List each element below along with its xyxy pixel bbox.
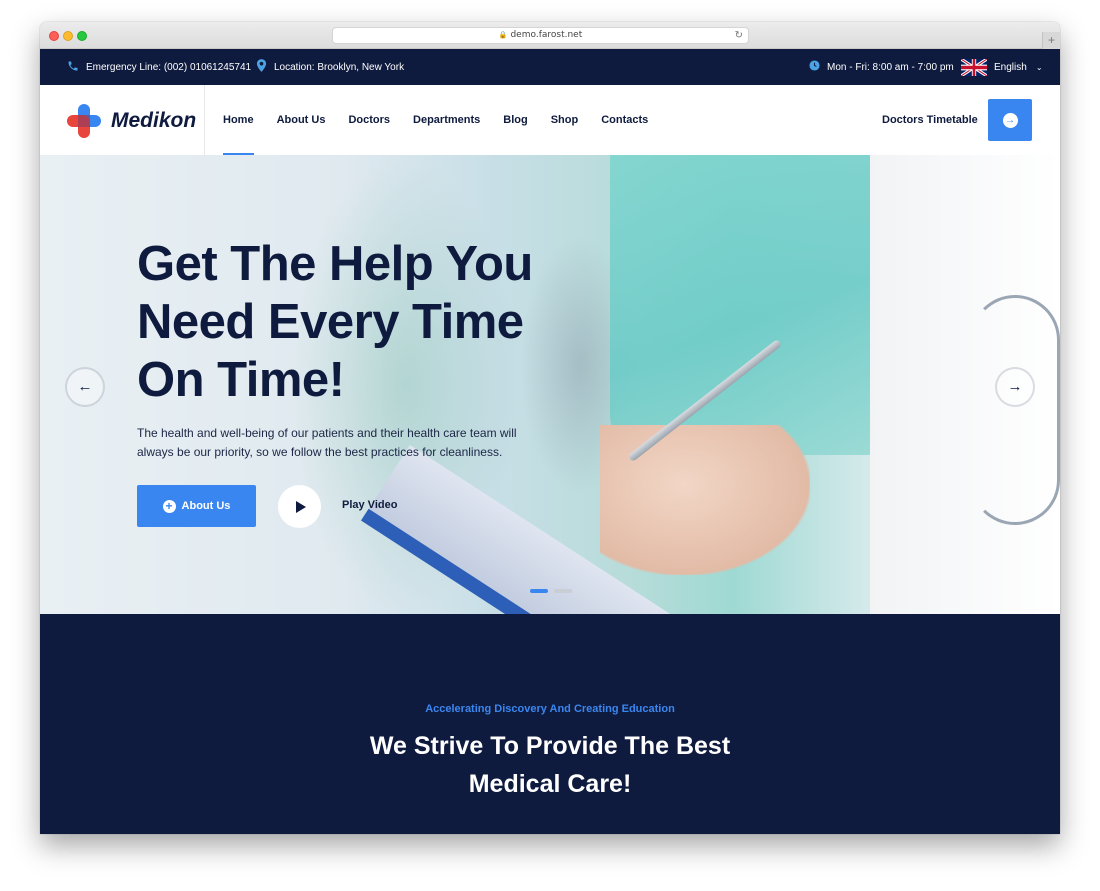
nav-arrow-button[interactable]: → [988,99,1032,141]
nav-item-doctors[interactable]: Doctors [348,85,390,155]
intro-section: Accelerating Discovery And Creating Educ… [40,614,1060,834]
lock-icon: 🔒 [498,31,508,39]
minimize-window-button[interactable] [63,31,73,41]
nav-item-shop[interactable]: Shop [551,85,579,155]
slider-pagination [530,589,572,593]
map-pin-icon [256,59,267,75]
hero-hand-image [600,425,810,575]
nav-item-home[interactable]: Home [223,85,254,155]
section-eyebrow: Accelerating Discovery And Creating Educ… [425,703,675,715]
nav-item-blog[interactable]: Blog [503,85,527,155]
browser-chrome: 🔒 demo.farost.net ↻ + [40,22,1060,49]
site-logo[interactable]: Medikon [67,104,196,138]
slider-next-button[interactable]: → [995,367,1035,407]
nav-item-contacts[interactable]: Contacts [601,85,648,155]
browser-window: 🔒 demo.farost.net ↻ + Emergency Line: (00… [40,22,1060,834]
slider-prev-button[interactable]: ← [65,367,105,407]
maximize-window-button[interactable] [77,31,87,41]
hero-about-us-label: About Us [181,500,231,512]
nav-divider [204,85,205,155]
hero-description: The health and well-being of our patient… [137,426,517,459]
phone-icon [67,60,79,75]
emergency-line[interactable]: Emergency Line: (002) 01061245741 [67,49,251,85]
location-text: Location: Brooklyn, New York [274,61,405,73]
language-selector[interactable]: English ⌄ [961,49,1043,85]
nav-item-about-us[interactable]: About Us [277,85,326,155]
chevron-down-icon: ⌄ [1035,62,1043,72]
opening-hours-text: Mon - Fri: 8:00 am - 7:00 pm [827,61,954,73]
language-label: English [994,61,1027,73]
doctors-timetable-link[interactable]: Doctors Timetable [882,85,978,155]
emergency-line-text: Emergency Line: (002) 01061245741 [86,61,252,73]
play-video-label[interactable]: Play Video [342,499,397,511]
nav-item-departments[interactable]: Departments [413,85,480,155]
hero-slider: Get The Help You Need Every Time On Time… [40,155,1060,614]
play-icon [296,500,306,513]
hero-about-us-button[interactable]: + About Us [137,485,256,527]
new-tab-button[interactable]: + [1042,32,1060,49]
close-window-button[interactable] [49,31,59,41]
location: Location: Brooklyn, New York [256,49,404,85]
slider-dot-1[interactable] [530,589,548,593]
opening-hours: Mon - Fri: 8:00 am - 7:00 pm [809,49,954,85]
play-video-button[interactable] [278,485,321,528]
nav-menu: Home About Us Doctors Departments Blog S… [223,85,671,155]
slider-dot-2[interactable] [554,589,572,593]
section-title: We Strive To Provide The Best Medical Ca… [369,732,731,798]
plus-icon: + [162,499,176,513]
url-text: demo.farost.net [510,30,583,40]
hero-title: Get The Help You Need Every Time On Time… [137,237,533,407]
top-info-bar: Emergency Line: (002) 01061245741 Locati… [40,49,1060,85]
arrow-right-icon: → [1002,112,1018,128]
medical-cross-logo-icon [67,104,101,138]
clock-icon [809,60,820,74]
logo-text: Medikon [111,109,197,132]
reload-icon[interactable]: ↻ [735,28,743,43]
hero-stethoscope-image [970,295,1060,525]
address-bar[interactable]: 🔒 demo.farost.net ↻ [332,27,749,44]
main-navigation: Medikon Home About Us Doctors Department… [40,85,1060,155]
uk-flag-icon [961,58,987,76]
